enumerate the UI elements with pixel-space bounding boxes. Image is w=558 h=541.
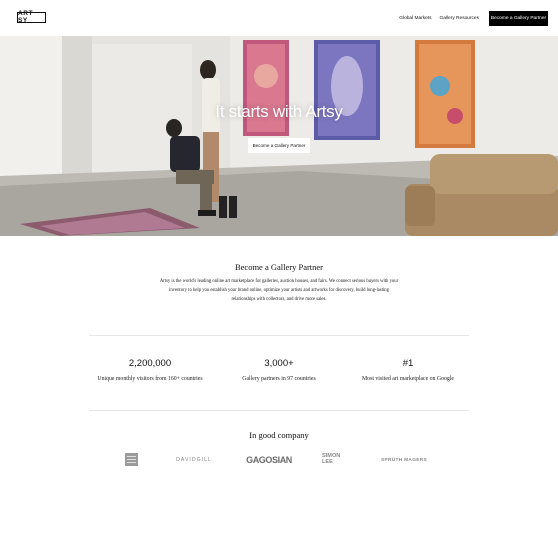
stat-value: 2,200,000: [128, 358, 172, 369]
header-become-partner-button[interactable]: Become a Gallery Partner: [489, 11, 548, 26]
david-gill-logo: DAVIDGILL: [176, 457, 212, 463]
company-title: In good company: [249, 430, 309, 440]
divider: [89, 410, 469, 411]
hero-become-partner-button[interactable]: Become a Gallery Partner: [248, 138, 310, 153]
hero-title: It starts with Artsy: [215, 102, 343, 121]
stat-value: 3,000+: [264, 358, 294, 369]
top-nav: Global Markets Gallery Resources Become …: [399, 11, 548, 26]
stat-label: Unique monthly visitors from 160+ countr…: [97, 376, 203, 382]
stat-value: #1: [402, 358, 414, 369]
nav-global-markets[interactable]: Global Markets: [399, 16, 431, 21]
intro-body: Artsy is the world's leading online art …: [159, 279, 399, 302]
gallery-block-logo: [125, 453, 138, 466]
gallery-block-logo-mark: [125, 453, 138, 466]
site-header: ART SY Global Markets Gallery Resources …: [0, 0, 558, 36]
artsy-logo[interactable]: ART SY: [17, 10, 46, 23]
gagosian-logo: GAGOSIAN: [246, 454, 292, 465]
intro-title: Become a Gallery Partner: [234, 262, 324, 272]
stat-visitors: 2,200,000 Unique monthly visitors from 1…: [80, 358, 220, 384]
spruth-magers-logo: SPRÜTH MAGERS: [380, 457, 427, 463]
stat-ranking: #1 Most visited art marketplace on Googl…: [338, 358, 478, 384]
stat-label: Gallery partners in 97 countries: [242, 376, 316, 382]
stat-partners: 3,000+ Gallery partners in 97 countries: [209, 358, 349, 384]
nav-gallery-resources[interactable]: Gallery Resources: [440, 16, 479, 21]
simon-lee-logo: SIMON LEE: [322, 453, 341, 465]
hero-section: It starts with Artsy Become a Gallery Pa…: [0, 36, 558, 236]
hero-gallery-photo: [0, 36, 558, 236]
stat-label: Most visited art marketplace on Google: [362, 376, 454, 382]
divider: [89, 335, 469, 336]
